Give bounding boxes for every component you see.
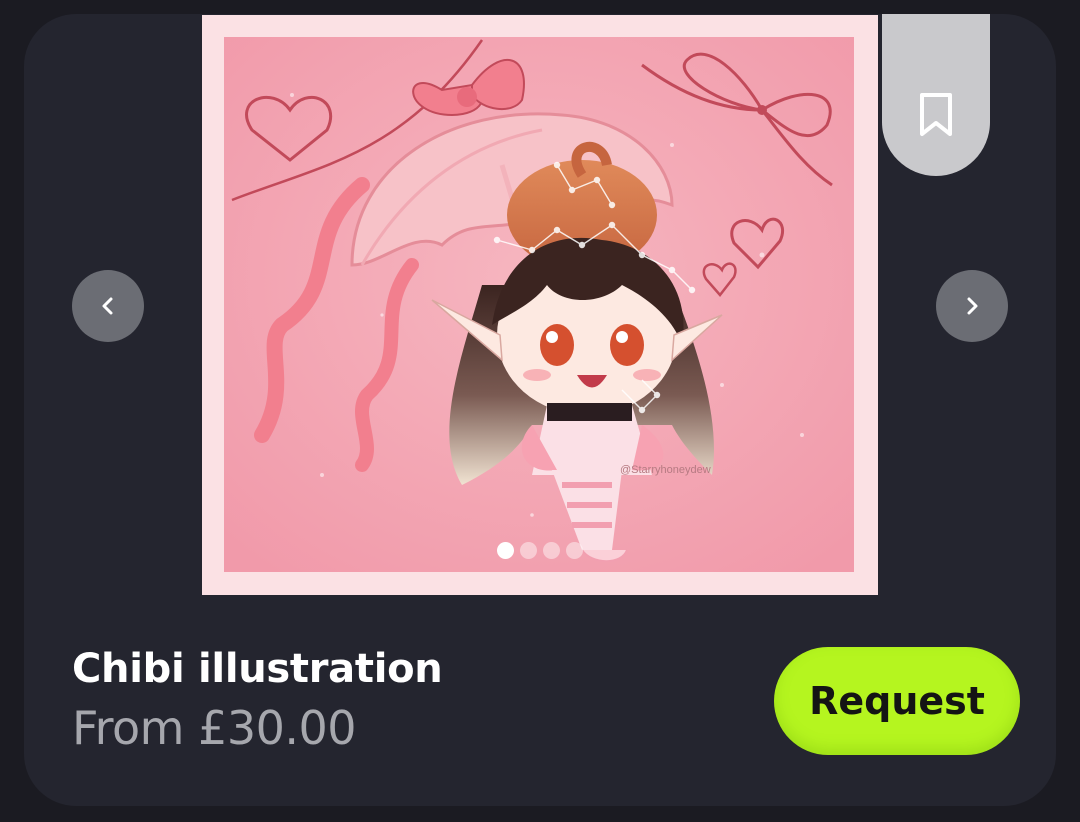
listing-price: From £30.00: [72, 701, 357, 755]
carousel-dot-3[interactable]: [543, 542, 560, 559]
bookmark-icon: [920, 93, 952, 136]
gallery-image[interactable]: @Starryhoneydew: [202, 15, 878, 595]
carousel-dot-2[interactable]: [520, 542, 537, 559]
next-image-button[interactable]: [936, 270, 1008, 342]
previous-image-button[interactable]: [72, 270, 144, 342]
request-button[interactable]: Request: [774, 647, 1020, 755]
bookmark-button[interactable]: [882, 14, 990, 176]
listing-title: Chibi illustration: [72, 646, 443, 692]
listing-card: @Starryhoneydew Chibi illustration From …: [24, 14, 1056, 806]
artwork-watermark: @Starryhoneydew: [620, 464, 711, 476]
carousel-dot-4[interactable]: [566, 542, 583, 559]
chevron-right-icon: [967, 297, 978, 315]
chevron-left-icon: [102, 297, 113, 315]
carousel-dot-1[interactable]: [497, 542, 514, 559]
artwork-illustration: @Starryhoneydew: [224, 37, 854, 572]
carousel-dots: [202, 542, 878, 559]
